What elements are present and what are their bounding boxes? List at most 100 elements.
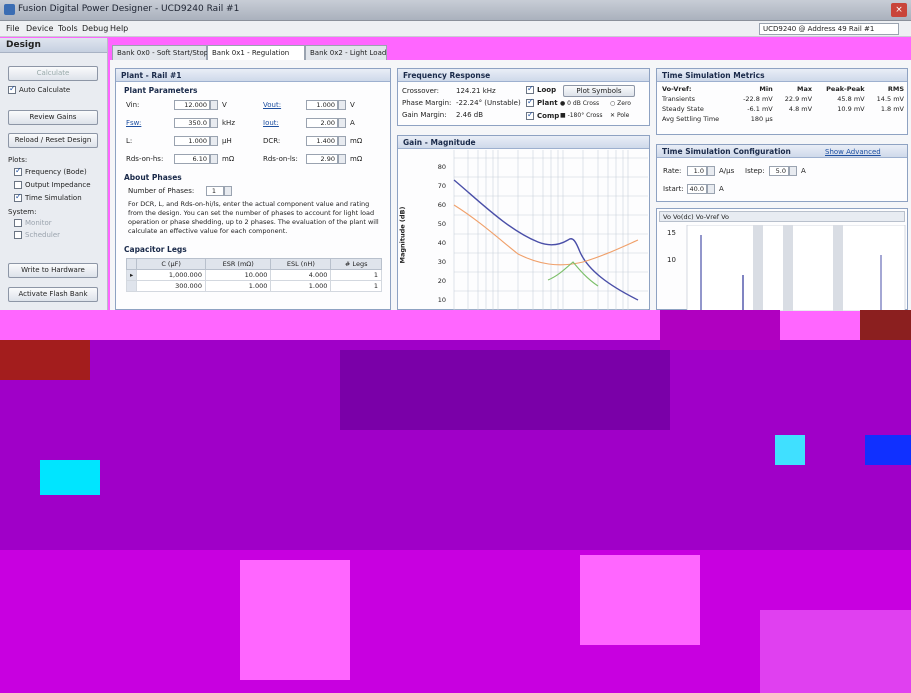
plot-output-impedance-checkbox[interactable]: Output Impedance <box>14 181 91 189</box>
plot-frequency-checkbox[interactable]: Frequency (Bode) <box>14 166 87 176</box>
iout-spinner[interactable] <box>338 118 346 128</box>
corrupted-region <box>0 310 911 693</box>
vout-label[interactable]: Vout: <box>263 101 281 109</box>
rdson-hs-unit: mΩ <box>222 155 235 163</box>
crossover-value: 124.21 kHz <box>456 87 496 95</box>
device-address-select[interactable]: UCD9240 @ Address 49 Rail #1 <box>759 23 899 35</box>
tab-bank-0[interactable]: Bank 0x0 - Soft Start/Stop <box>112 45 208 60</box>
gain-ylabel: Magnitude (dB) <box>398 206 407 264</box>
metrics-col: Vo-Vref: <box>662 85 692 93</box>
cap-cell[interactable]: 300.000 <box>136 280 206 292</box>
rdson-hs-input[interactable]: 6.10 <box>174 154 210 164</box>
system-monitor-radio: Monitor <box>14 219 52 227</box>
glitch-block <box>660 310 780 350</box>
dcr-label: DCR: <box>263 137 281 145</box>
review-gains-button[interactable]: Review Gains <box>8 110 98 125</box>
gain-margin-label: Gain Margin: <box>402 111 447 119</box>
fsw-spinner[interactable] <box>210 118 218 128</box>
plant-group: Plant - Rail #1 Plant Parameters Vin: 12… <box>115 68 391 310</box>
l-input[interactable]: 1.000 <box>174 136 210 146</box>
calculate-button[interactable]: Calculate <box>8 66 98 81</box>
metrics-col: Peak-Peak <box>826 85 865 93</box>
phases-select[interactable]: 1 <box>206 186 224 196</box>
istart-spinner[interactable] <box>707 184 715 194</box>
frequency-response-header: Frequency Response <box>398 69 649 82</box>
rate-input[interactable]: 1.0 <box>687 166 707 176</box>
l-label: L: <box>126 137 133 145</box>
auto-calculate-checkbox[interactable]: Auto Calculate <box>8 84 70 94</box>
close-icon[interactable]: × <box>891 3 907 17</box>
tab-bank-1[interactable]: Bank 0x1 - Regulation <box>207 45 305 61</box>
istep-unit: A <box>801 167 806 175</box>
gain-margin-value: 2.46 dB <box>456 111 484 119</box>
cap-cell[interactable]: 1,000.000 <box>136 269 206 281</box>
vout-unit: V <box>350 101 355 109</box>
menu-file[interactable]: File <box>6 24 19 33</box>
loop-checkbox[interactable]: Loop <box>526 84 556 94</box>
cap-col-rowhdr <box>125 258 138 270</box>
table-row[interactable]: ▸ 1,000.000 10.000 4.000 1 <box>125 269 382 281</box>
menu-help[interactable]: Help <box>110 24 128 33</box>
cap-cell[interactable]: 4.000 <box>270 269 332 281</box>
rdson-hs-spinner[interactable] <box>210 154 218 164</box>
vin-spinner[interactable] <box>210 100 218 110</box>
istart-label: Istart: <box>663 185 684 193</box>
capacitor-table: C (µF) ESR (mΩ) ESL (nH) # Legs ▸ 1,000.… <box>125 258 382 292</box>
cap-cell[interactable]: 1 <box>330 280 382 292</box>
phases-label: Number of Phases: <box>128 187 195 195</box>
iout-input[interactable]: 2.00 <box>306 118 338 128</box>
app-icon <box>4 4 15 15</box>
reload-reset-button[interactable]: Reload / Reset Design <box>8 133 98 148</box>
gain-plot-group: Gain - Magnitude 80 70 60 50 40 30 20 10… <box>397 135 650 310</box>
row-selector-icon[interactable]: ▸ <box>125 269 138 281</box>
vin-input[interactable]: 12.000 <box>174 100 210 110</box>
write-hardware-button[interactable]: Write to Hardware <box>8 263 98 278</box>
cap-cell[interactable]: 1 <box>330 269 382 281</box>
plant-checkbox[interactable]: Plant <box>526 97 558 107</box>
glitch-block <box>0 340 90 380</box>
dcr-input[interactable]: 1.400 <box>306 136 338 146</box>
vin-label: Vin: <box>126 101 140 109</box>
vout-spinner[interactable] <box>338 100 346 110</box>
table-row[interactable]: 300.000 1.000 1.000 1 <box>125 280 382 292</box>
rdson-ls-label: Rds-on-ls: <box>263 155 298 163</box>
rdson-ls-spinner[interactable] <box>338 154 346 164</box>
iout-label[interactable]: Iout: <box>263 119 279 127</box>
menu-tools[interactable]: Tools <box>58 24 78 33</box>
istart-unit: A <box>719 185 724 193</box>
fsw-input[interactable]: 350.0 <box>174 118 210 128</box>
rdson-ls-input[interactable]: 2.90 <box>306 154 338 164</box>
comp-checkbox[interactable]: Comp <box>526 110 559 120</box>
fsw-label[interactable]: Fsw: <box>126 119 141 127</box>
l-spinner[interactable] <box>210 136 218 146</box>
cap-cell[interactable]: 1.000 <box>270 280 332 292</box>
cap-cell[interactable]: 10.000 <box>204 269 272 281</box>
design-panel-header: Design <box>0 38 107 53</box>
menu-device[interactable]: Device <box>26 24 53 33</box>
rate-spinner[interactable] <box>707 166 715 176</box>
metrics-table: Vo-Vref: Min Max Peak-Peak RMS Transient… <box>659 84 907 124</box>
sym-180-legend: ■ -180° Cross <box>560 112 603 119</box>
chevron-down-icon[interactable] <box>224 186 232 196</box>
metrics-header: Time Simulation Metrics <box>657 69 907 82</box>
glitch-block <box>860 310 911 340</box>
gain-plot-header: Gain - Magnitude <box>398 136 649 149</box>
istart-input[interactable]: 40.0 <box>687 184 707 194</box>
activate-flash-button[interactable]: Activate Flash Bank <box>8 287 98 302</box>
plot-time-sim-checkbox[interactable]: Time Simulation <box>14 192 82 202</box>
istep-spinner[interactable] <box>789 166 797 176</box>
vout-input[interactable]: 1.000 <box>306 100 338 110</box>
iout-unit: A <box>350 119 355 127</box>
cap-col-c: C (µF) <box>136 258 206 270</box>
cap-cell[interactable]: 1.000 <box>204 280 272 292</box>
phases-header: About Phases <box>124 173 182 182</box>
dcr-spinner[interactable] <box>338 136 346 146</box>
tab-bank-2[interactable]: Bank 0x2 - Light Load <box>305 45 387 60</box>
istep-input[interactable]: 5.0 <box>769 166 789 176</box>
plant-header: Plant - Rail #1 <box>116 69 390 82</box>
glitch-block <box>340 350 670 430</box>
show-advanced-link[interactable]: Show Advanced <box>825 148 881 156</box>
menu-debug[interactable]: Debug <box>82 24 108 33</box>
plot-symbols-button[interactable]: Plot Symbols <box>563 85 635 97</box>
capacitor-legs-header: Capacitor Legs <box>124 245 187 254</box>
